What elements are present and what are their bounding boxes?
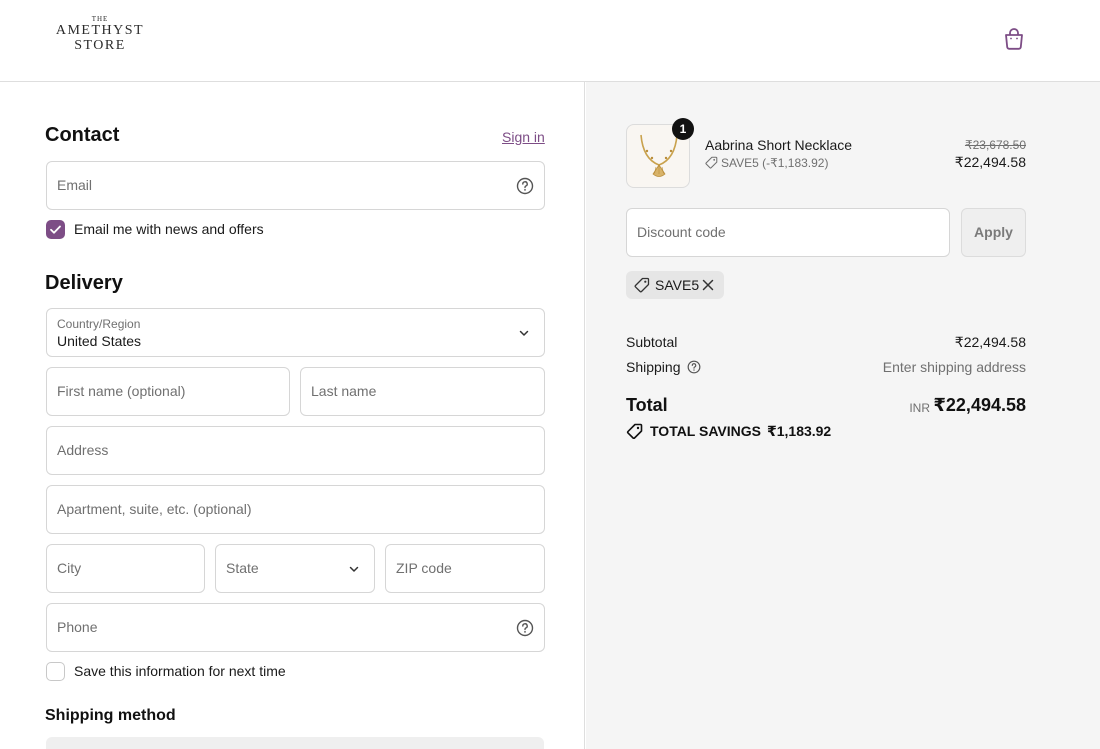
- checkout-form: Contact Sign in Email Email me with news…: [0, 82, 585, 749]
- help-icon[interactable]: [516, 619, 534, 637]
- store-logo[interactable]: THE AMETHYST STORE: [55, 15, 145, 53]
- savings-value: ₹1,183.92: [766, 423, 832, 439]
- save-info-checkbox[interactable]: [46, 662, 65, 681]
- product-discount: SAVE5 (-₹1,183.92): [705, 156, 828, 170]
- logo-the: THE: [91, 15, 109, 23]
- quantity-badge: 1: [672, 118, 694, 140]
- city-placeholder: City: [57, 560, 82, 576]
- shipping-row: Shipping: [626, 359, 701, 375]
- total-savings: TOTAL SAVINGS ₹1,183.92: [626, 423, 831, 440]
- subtotal-value: ₹22,494.58: [954, 334, 1026, 350]
- phone-field[interactable]: Phone: [46, 603, 545, 652]
- email-field[interactable]: Email: [46, 161, 545, 210]
- country-value: United States: [57, 333, 142, 349]
- checkmark-icon: [50, 225, 61, 234]
- email-placeholder: Email: [57, 177, 93, 193]
- savings-label: TOTAL SAVINGS: [650, 423, 761, 439]
- subtotal-label: Subtotal: [626, 334, 678, 350]
- contact-heading: Contact: [45, 124, 120, 146]
- total-label: Total: [626, 395, 668, 415]
- state-placeholder: State: [226, 560, 259, 576]
- chevron-down-icon: [349, 566, 359, 572]
- apartment-field[interactable]: Apartment, suite, etc. (optional): [46, 485, 545, 534]
- first-name-placeholder: First name (optional): [57, 383, 186, 399]
- tag-icon: [626, 423, 643, 440]
- city-field[interactable]: City: [46, 544, 205, 593]
- newsletter-checkbox[interactable]: [46, 220, 65, 239]
- close-icon[interactable]: [701, 278, 715, 292]
- phone-placeholder: Phone: [57, 619, 98, 635]
- total-currency: INR: [909, 401, 930, 415]
- newsletter-label: Email me with news and offers: [74, 221, 264, 237]
- applied-discount-tag: SAVE5: [626, 271, 724, 299]
- last-name-field[interactable]: Last name: [300, 367, 545, 416]
- checkout-header: THE AMETHYST STORE: [0, 0, 1100, 82]
- order-summary: 1 Aabrina Short Necklace SAVE5 (-₹1,183.…: [586, 82, 1100, 749]
- state-select[interactable]: State: [215, 544, 375, 593]
- logo-line-2: STORE: [74, 38, 126, 53]
- item-price: ₹22,494.58: [954, 154, 1026, 170]
- shopping-bag-icon[interactable]: [1001, 26, 1027, 52]
- chevron-down-icon: [519, 330, 529, 336]
- first-name-field[interactable]: First name (optional): [46, 367, 290, 416]
- save-info-label: Save this information for next time: [74, 663, 286, 679]
- country-select[interactable]: Country/Region United States: [46, 308, 545, 357]
- shipping-label: Shipping: [626, 359, 681, 375]
- logo-line-1: AMETHYST: [55, 23, 145, 38]
- apply-button[interactable]: Apply: [961, 208, 1026, 257]
- tag-icon: [634, 277, 650, 293]
- address-field[interactable]: Address: [46, 426, 545, 475]
- shipping-value: Enter shipping address: [882, 359, 1026, 375]
- discount-code-input[interactable]: Discount code: [626, 208, 950, 257]
- address-placeholder: Address: [57, 442, 109, 458]
- shipping-method-box: [46, 737, 544, 749]
- sign-in-link[interactable]: Sign in: [502, 129, 545, 145]
- apartment-placeholder: Apartment, suite, etc. (optional): [57, 501, 252, 517]
- zip-placeholder: ZIP code: [396, 560, 452, 576]
- product-discount-text: SAVE5 (-₹1,183.92): [721, 156, 829, 170]
- shipping-method-heading: Shipping method: [45, 707, 176, 724]
- help-icon[interactable]: [687, 360, 701, 374]
- discount-placeholder: Discount code: [637, 224, 726, 240]
- country-label: Country/Region: [57, 317, 141, 331]
- product-name: Aabrina Short Necklace: [705, 137, 853, 153]
- total-value: ₹22,494.58: [933, 395, 1026, 415]
- zip-field[interactable]: ZIP code: [385, 544, 545, 593]
- original-price: ₹23,678.50: [964, 138, 1026, 152]
- last-name-placeholder: Last name: [311, 383, 377, 399]
- tag-icon: [705, 156, 718, 169]
- delivery-heading: Delivery: [45, 272, 123, 294]
- applied-code: SAVE5: [655, 277, 700, 293]
- help-icon[interactable]: [516, 177, 534, 195]
